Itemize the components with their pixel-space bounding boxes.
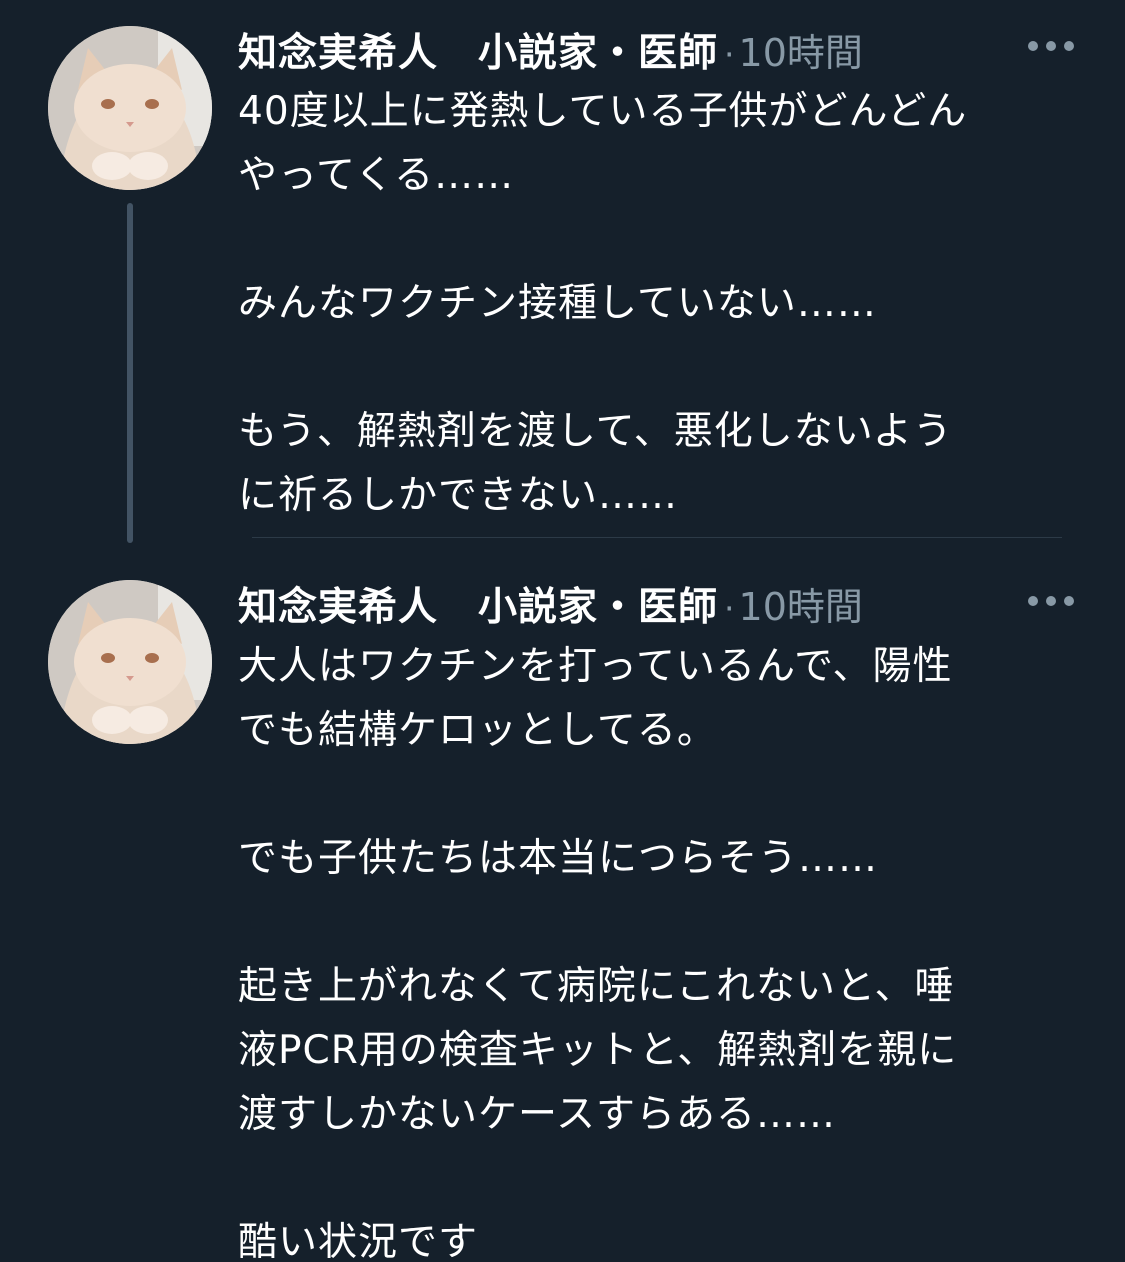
text-line: 渡すしかないケースすらある…… (238, 1092, 837, 1137)
text-line: でも子供たちは本当につらそう…… (238, 836, 879, 881)
more-options-button[interactable] (1028, 591, 1074, 611)
author-name[interactable]: 知念実希人 小説家・医師 (238, 576, 718, 632)
text-line: 大人はワクチンを打っているんで、陽性 (238, 644, 953, 689)
timestamp[interactable]: 10時間 (739, 576, 863, 631)
text-line: 液PCR用の検査キットと、解熱剤を親に (238, 1028, 958, 1073)
tweet-2[interactable]: 知念実希人 小説家・医師 · 10時間 大人はワクチンを打っているんで、陽性 で… (0, 0, 1125, 1262)
tweet-header: 知念実希人 小説家・医師 · 10時間 (238, 576, 863, 630)
cat-avatar-icon (48, 580, 212, 744)
text-line: でも結構ケロッとしてる。 (238, 708, 717, 753)
separator: · (724, 589, 735, 628)
avatar[interactable] (48, 580, 212, 744)
text-line: 酷い状況です (238, 1220, 479, 1262)
more-options-icon (1028, 596, 1038, 606)
text-line: 起き上がれなくて病院にこれないと、唾 (238, 964, 955, 1009)
tweet-text: 大人はワクチンを打っているんで、陽性 でも結構ケロッとしてる。 でも子供たちは本… (238, 635, 1098, 1262)
